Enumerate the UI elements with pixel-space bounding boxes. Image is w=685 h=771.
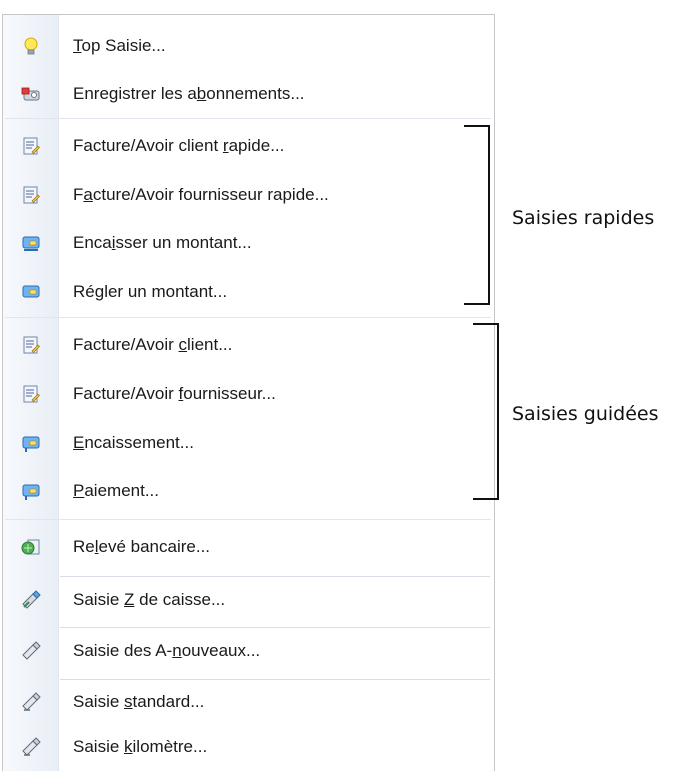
invoice-icon (23, 336, 40, 354)
menu-item-label: Enregistrer les abonnements... (73, 84, 305, 103)
menu-item-label: Relevé bancaire... (73, 537, 211, 556)
card-out-icon (22, 285, 40, 298)
menu-item-label: Paiement... (73, 481, 159, 500)
menu-separator (60, 679, 490, 680)
menu-item-label: Facture/Avoir client... (73, 335, 233, 354)
menu-item-saisie-a-nouveaux[interactable]: Saisie des A-nouveaux... (3, 632, 494, 670)
annotation-saisies-rapides: Saisies rapides (512, 207, 655, 229)
menu-item-label: Encaisser un montant... (73, 233, 252, 252)
menu-item-releve-bancaire[interactable]: Relevé bancaire... (3, 528, 494, 566)
bracket-saisies-guidees (473, 323, 499, 500)
menu-item-label: Saisie kilomètre... (73, 737, 208, 756)
menu-separator (60, 576, 490, 577)
annotation-saisies-guidees: Saisies guidées (512, 403, 659, 425)
subscription-icon (21, 87, 40, 101)
pen-icon (22, 590, 41, 609)
bank-statement-icon (21, 539, 40, 555)
menu-item-label: Saisie Z de caisse... (73, 590, 226, 609)
menu-item-label: Saisie des A-nouveaux... (73, 641, 261, 660)
menu-item-facture-fournisseur[interactable]: Facture/Avoir fournisseur... (3, 375, 494, 413)
menu-item-facture-client-rapide[interactable]: Facture/Avoir client rapide... (3, 127, 494, 165)
menu-item-label: Facture/Avoir fournisseur rapide... (73, 185, 329, 204)
menu-item-label: Saisie standard... (73, 692, 205, 711)
menu-item-label: Régler un montant... (73, 282, 228, 301)
menu-item-label: Encaissement... (73, 433, 194, 452)
card-out-icon (22, 484, 40, 500)
invoice-icon (23, 385, 40, 403)
menu-item-facture-fournisseur-rapide[interactable]: Facture/Avoir fournisseur rapide... (3, 176, 494, 214)
menu-separator (5, 118, 491, 119)
menu-item-top-saisie[interactable]: Top Saisie... (3, 27, 494, 65)
menu-item-encaissement[interactable]: Encaissement... (3, 424, 494, 462)
menu-item-facture-client[interactable]: Facture/Avoir client... (3, 326, 494, 364)
invoice-icon (23, 137, 40, 155)
context-menu: Top Saisie... Enregistrer les abonnement… (2, 14, 495, 771)
card-in-icon (22, 436, 40, 452)
menu-item-saisie-kilometre[interactable]: Saisie kilomètre... (3, 728, 494, 766)
card-in-icon (22, 236, 40, 251)
pen-icon (22, 737, 41, 756)
menu-item-saisie-z-caisse[interactable]: Saisie Z de caisse... (3, 581, 494, 619)
menu-item-enregistrer-abonnements[interactable]: Enregistrer les abonnements... (3, 75, 494, 113)
menu-separator (5, 317, 491, 318)
menu-item-label: Top Saisie... (73, 36, 166, 55)
menu-item-saisie-standard[interactable]: Saisie standard... (3, 683, 494, 721)
menu-item-paiement[interactable]: Paiement... (3, 472, 494, 510)
menu-item-encaisser-montant[interactable]: Encaisser un montant... (3, 224, 494, 262)
bracket-saisies-rapides (464, 125, 490, 305)
menu-separator (5, 519, 491, 520)
menu-separator (60, 627, 490, 628)
menu-item-label: Facture/Avoir client rapide... (73, 136, 285, 155)
pen-icon (22, 641, 41, 660)
pen-icon (22, 692, 41, 711)
invoice-icon (23, 186, 40, 204)
menu-item-label: Facture/Avoir fournisseur... (73, 384, 276, 403)
menu-item-regler-montant[interactable]: Régler un montant... (3, 273, 494, 311)
lightbulb-icon (24, 37, 38, 55)
